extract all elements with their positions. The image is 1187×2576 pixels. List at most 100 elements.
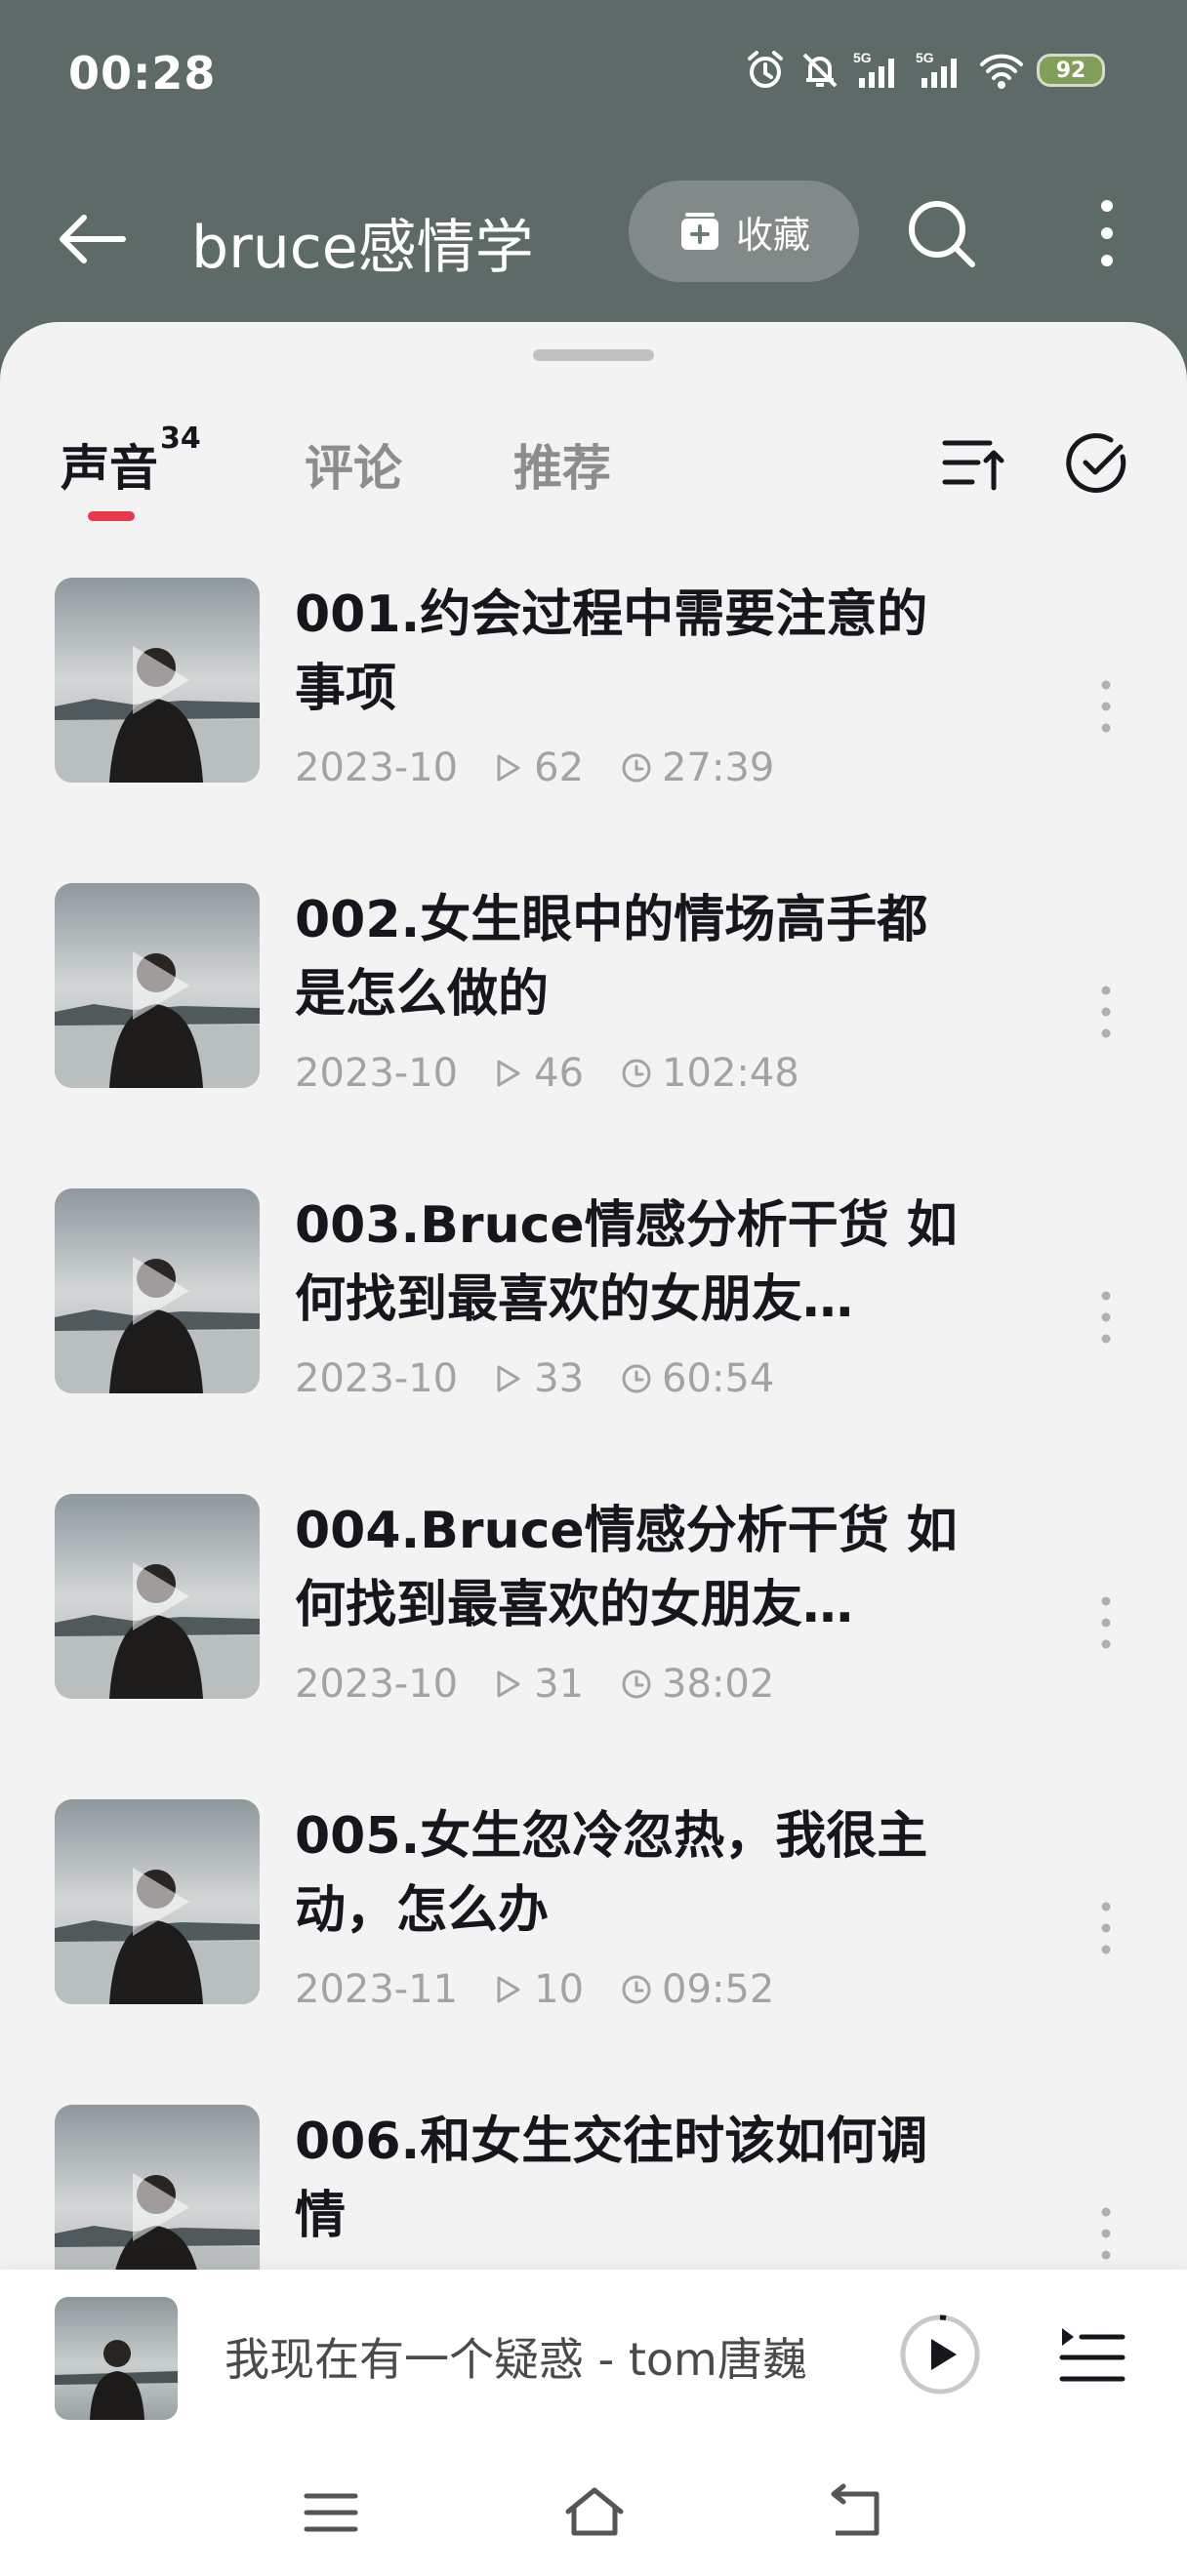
track-title: 003.Bruce情感分析干货 如何找到最喜欢的女朋友…	[295, 1196, 958, 1329]
track-item[interactable]: 002.女生眼中的情场高手都是怎么做的 2023-10 46 102:48	[0, 883, 1187, 1188]
drag-handle[interactable]	[533, 349, 654, 361]
track-date: 2023-10	[295, 1662, 459, 1707]
tab-sounds-label: 声音	[61, 440, 158, 497]
play-count: 33	[534, 1356, 585, 1401]
back-nav-icon	[831, 2483, 880, 2536]
add-to-collection-icon	[680, 213, 718, 250]
play-count-icon	[497, 1976, 520, 2003]
track-meta: 2023-10 33 60:54	[295, 1356, 774, 1401]
search-icon	[909, 201, 975, 267]
track-plays: 10	[495, 1967, 584, 2012]
track-item[interactable]: 004.Bruce情感分析干货 如何找到最喜欢的女朋友… 2023-10 31 …	[0, 1494, 1187, 1799]
track-more-button[interactable]	[1091, 675, 1121, 738]
back-button[interactable]	[55, 200, 133, 278]
status-time: 00:28	[68, 47, 217, 100]
more-vertical-icon	[1101, 986, 1111, 1038]
track-more-button[interactable]	[1091, 1286, 1121, 1348]
battery-icon: 92	[1037, 54, 1105, 87]
alarm-icon	[748, 51, 783, 88]
play-count: 46	[534, 1051, 585, 1096]
playlist-icon	[1059, 2328, 1126, 2382]
track-date: 2023-10	[295, 745, 459, 790]
track-date: 2023-10	[295, 1356, 459, 1401]
more-vertical-icon	[1101, 1291, 1111, 1344]
track-duration: 60:54	[621, 1356, 774, 1401]
home-button[interactable]	[560, 2478, 629, 2547]
play-count-icon	[497, 1060, 520, 1087]
back-arrow-icon	[60, 215, 126, 263]
track-duration: 38:02	[621, 1662, 774, 1707]
battery-level: 92	[1055, 58, 1086, 83]
tab-sounds-badge: 34	[160, 422, 201, 457]
track-item[interactable]: 005.女生忽冷忽热，我很主动，怎么办 2023-11 10 09:52	[0, 1799, 1187, 2105]
track-more-button[interactable]	[1091, 1897, 1121, 1959]
tab-comments[interactable]: 评论	[305, 429, 402, 500]
favorite-label: 收藏	[735, 213, 810, 257]
track-cover[interactable]	[55, 1188, 260, 1393]
mute-bell-icon	[802, 53, 838, 88]
track-title: 004.Bruce情感分析干货 如何找到最喜欢的女朋友…	[295, 1502, 958, 1634]
now-playing-title: 我现在有一个疑惑 - tom唐巍	[225, 2333, 807, 2386]
play-count: 10	[534, 1967, 585, 2012]
play-overlay-icon	[133, 951, 189, 1020]
sort-button[interactable]	[939, 429, 1007, 498]
track-more-button[interactable]	[1091, 1591, 1121, 1654]
more-vertical-icon	[1101, 200, 1113, 266]
track-item[interactable]: 001.约会过程中需要注意的事项 2023-10 62 27:39	[0, 578, 1187, 883]
play-count-icon	[497, 1365, 520, 1392]
track-more-button[interactable]	[1091, 2202, 1121, 2265]
track-plays: 33	[495, 1356, 584, 1401]
track-duration: 102:48	[621, 1051, 799, 1096]
track-cover[interactable]	[55, 883, 260, 1088]
track-meta: 2023-10 62 27:39	[295, 745, 774, 790]
track-cover[interactable]	[55, 578, 260, 783]
track-date: 2023-10	[295, 1051, 459, 1096]
app-bar: bruce感情学 收藏	[0, 171, 1187, 298]
clock-icon	[622, 1364, 651, 1393]
play-overlay-icon	[133, 1257, 189, 1325]
track-plays: 31	[495, 1662, 584, 1707]
track-meta: 2023-10 46 102:48	[295, 1051, 799, 1096]
status-bar: 00:28 5G 5G 92	[0, 0, 1187, 156]
play-overlay-icon	[133, 1868, 189, 1936]
back-nav-button[interactable]	[822, 2478, 890, 2547]
tab-recommend[interactable]: 推荐	[513, 429, 611, 500]
mini-player-cover[interactable]	[55, 2297, 178, 2420]
track-duration: 27:39	[621, 745, 774, 790]
tab-bar: 声音34 评论 推荐	[0, 422, 1187, 546]
favorite-button[interactable]: 收藏	[629, 181, 859, 282]
play-icon	[900, 2314, 980, 2395]
svg-text:5G: 5G	[916, 50, 934, 65]
mini-player[interactable]: 我现在有一个疑惑 - tom唐巍	[0, 2270, 1187, 2435]
duration-text: 38:02	[662, 1662, 775, 1707]
multi-select-button[interactable]	[1064, 429, 1132, 498]
clock-icon	[622, 1059, 651, 1088]
track-list: 001.约会过程中需要注意的事项 2023-10 62 27:39 002.女生…	[0, 578, 1187, 2410]
search-button[interactable]	[902, 194, 980, 272]
more-options-button[interactable]	[1078, 194, 1136, 272]
playlist-button[interactable]	[1058, 2324, 1126, 2387]
signal-icon: 5G	[853, 50, 894, 88]
track-title: 005.女生忽冷忽热，我很主动，怎么办	[295, 1807, 928, 1940]
track-title: 001.约会过程中需要注意的事项	[295, 585, 928, 718]
cover-image	[55, 2297, 178, 2420]
duration-text: 27:39	[662, 745, 775, 790]
tab-sounds[interactable]: 声音34	[61, 422, 201, 500]
track-cover[interactable]	[55, 1799, 260, 2004]
page-title: bruce感情学	[191, 214, 534, 282]
track-plays: 62	[495, 745, 584, 790]
play-count: 62	[534, 745, 585, 790]
track-more-button[interactable]	[1091, 981, 1121, 1043]
status-icons: 5G 5G 92	[744, 49, 1105, 92]
track-plays: 46	[495, 1051, 584, 1096]
track-cover[interactable]	[55, 1494, 260, 1699]
clock-icon	[622, 753, 651, 783]
clock-icon	[622, 1670, 651, 1699]
track-duration: 09:52	[621, 1967, 774, 2012]
track-item[interactable]: 003.Bruce情感分析干货 如何找到最喜欢的女朋友… 2023-10 33 …	[0, 1188, 1187, 1494]
recent-apps-button[interactable]	[297, 2478, 365, 2547]
play-button[interactable]	[898, 2313, 982, 2396]
check-circle-icon	[1066, 433, 1126, 493]
sort-icon	[942, 440, 1004, 491]
content-sheet: 声音34 评论 推荐 001.约会过程中需要注意的事项 2023-10 62 2…	[0, 322, 1187, 2576]
